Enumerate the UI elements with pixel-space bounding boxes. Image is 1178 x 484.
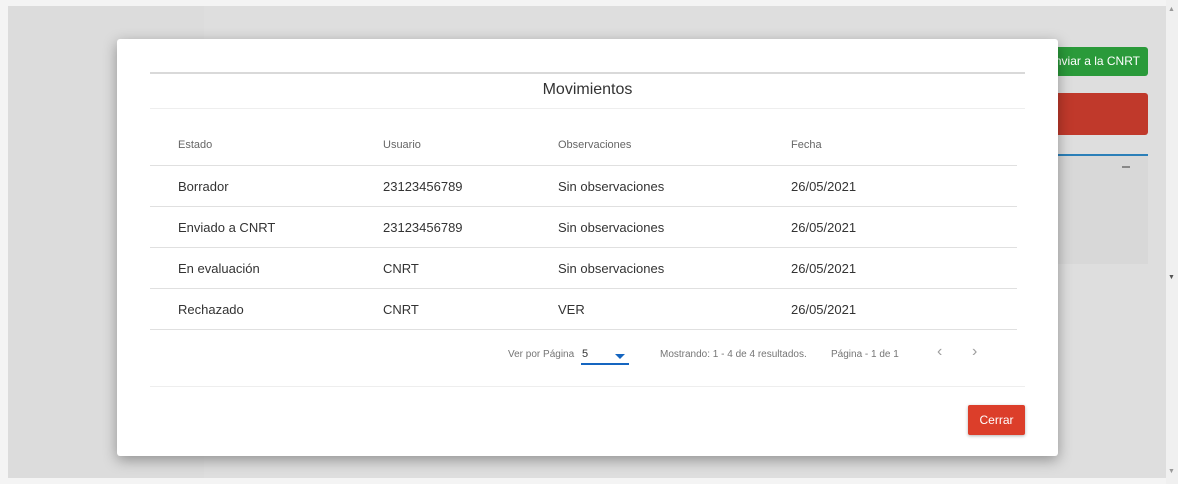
column-header-observaciones: Observaciones [558,139,632,151]
cell-fecha: 26/05/2021 [791,219,857,235]
cell-observaciones-link[interactable]: VER [558,302,791,317]
cell-usuario: CNRT [383,260,419,276]
close-button[interactable]: Cerrar [968,405,1025,435]
column-header-usuario: Usuario [383,139,421,151]
caret-down-icon [615,354,625,359]
cell-estado: Enviado a CNRT [178,219,276,235]
table-header: Estado Usuario Observaciones Fecha [150,125,1017,166]
scroll-bottom-icon[interactable]: ▼ [1168,468,1175,475]
scrollbar[interactable]: ▲ ▼ ▼ [1166,0,1178,484]
modal-title: Movimientos [150,75,1025,109]
cell-observaciones: Sin observaciones [558,219,665,235]
cell-estado: Borrador [178,178,229,194]
table-row: Rechazado CNRT VER 26/05/2021 [150,289,1017,330]
cell-observaciones: Sin observaciones [558,178,665,194]
cell-fecha: 26/05/2021 [791,178,857,194]
cell-estado: En evaluación [178,260,260,276]
movements-table: Estado Usuario Observaciones Fecha Borra… [150,125,1017,330]
cell-estado: Rechazado [178,301,244,317]
table-row: Borrador 23123456789 Sin observaciones 2… [150,166,1017,207]
results-count: Mostrando: 1 - 4 de 4 resultados. [660,349,807,360]
movements-modal: Movimientos Estado Usuario Observaciones… [117,39,1058,456]
collapse-icon[interactable] [1122,166,1130,168]
per-page-select[interactable]: 5 [581,347,629,365]
cell-observaciones: Sin observaciones [558,260,665,276]
cell-usuario: CNRT [383,301,419,317]
cell-fecha: 26/05/2021 [791,301,857,317]
per-page-label: Ver por Página [508,349,575,360]
column-header-fecha: Fecha [791,139,822,151]
cell-usuario: 23123456789 [383,178,463,194]
pagination: Ver por Página 5 Mostrando: 1 - 4 de 4 r… [150,331,1025,387]
chevron-left-icon[interactable]: ‹ [937,343,942,361]
scroll-up-icon[interactable]: ▲ [1168,6,1175,13]
cell-fecha: 26/05/2021 [791,260,857,276]
chevron-right-icon[interactable]: › [972,343,977,361]
page-indicator: Página - 1 de 1 [831,349,899,360]
column-header-estado: Estado [178,139,213,151]
scroll-down-arrow-icon[interactable]: ▼ [1168,274,1175,281]
per-page-value: 5 [582,348,589,360]
cell-usuario: 23123456789 [383,219,463,235]
divider [150,72,1025,74]
table-row: En evaluación CNRT Sin observaciones 26/… [150,248,1017,289]
table-row: Enviado a CNRT 23123456789 Sin observaci… [150,207,1017,248]
